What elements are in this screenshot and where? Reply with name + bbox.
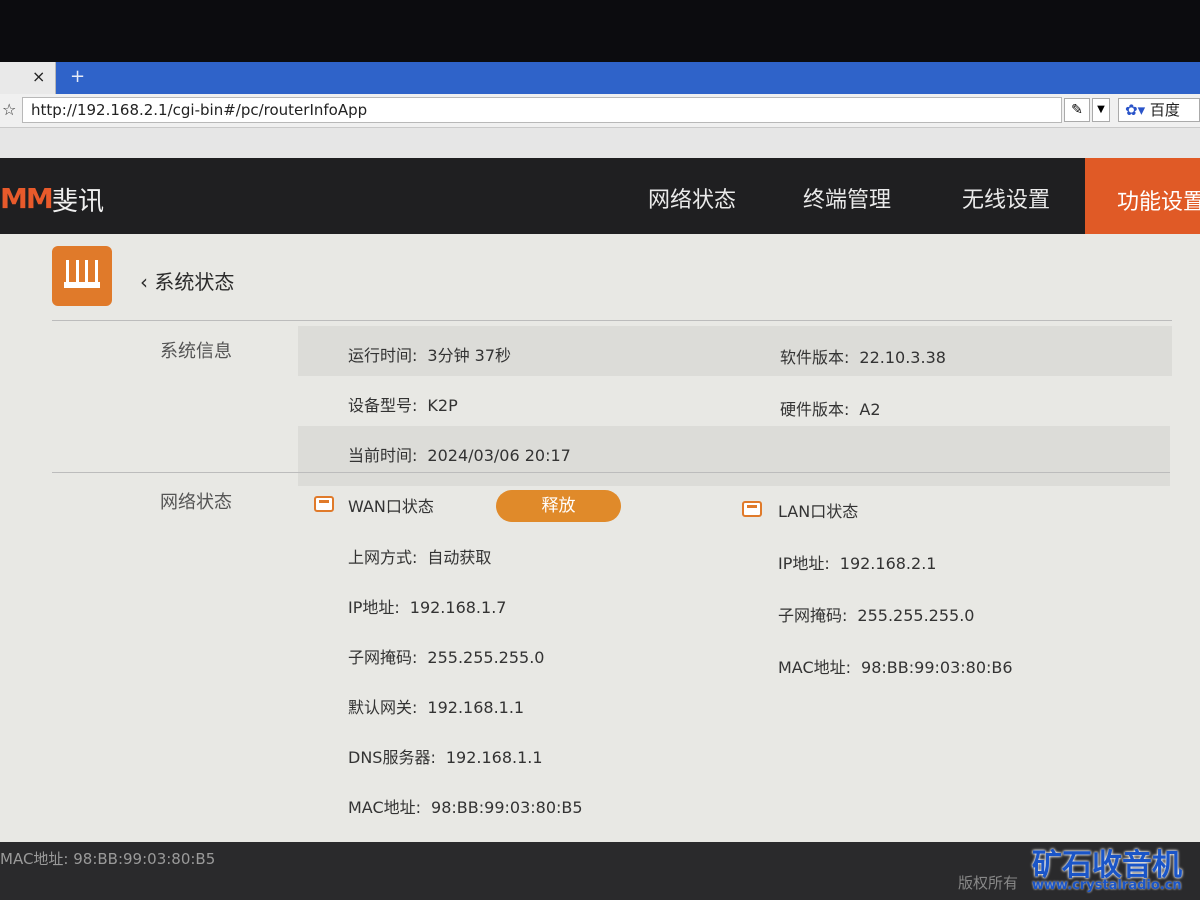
sw-version-value: 22.10.3.38 (859, 348, 946, 367)
section-system-info: 系统信息 (160, 341, 232, 362)
footer: MAC地址: 98:BB:99:03:80:B5 版权所有 (0, 842, 1200, 900)
dropdown-arrow-icon[interactable]: ▼ (1092, 98, 1110, 122)
search-engine-label: 百度 (1149, 101, 1180, 119)
wan-mac-value: 98:BB:99:03:80:B5 (431, 798, 583, 817)
chevron-left-icon: ‹ (140, 270, 155, 294)
watermark-url: www.crystalradio.cn (1032, 878, 1182, 893)
router-icon (52, 246, 112, 306)
star-icon[interactable]: ☆ (2, 100, 16, 119)
page-title: 系统状态 (154, 270, 235, 294)
nav-function-settings-label: 功能设置 (1117, 190, 1200, 215)
section-network-status: 网络状态 (160, 492, 232, 513)
divider (52, 320, 1172, 321)
sw-version-row: 软件版本: 22.10.3.38 (780, 344, 946, 368)
wan-mode-value: 自动获取 (427, 548, 492, 567)
lan-title: LAN口状态 (778, 502, 859, 521)
browser-toolbar-strip (0, 128, 1200, 158)
lan-ip-row: IP地址: 192.168.2.1 (778, 550, 936, 574)
wan-ip-value: 192.168.1.7 (409, 598, 507, 617)
wan-dns-label: DNS服务器: (348, 748, 436, 767)
nav-wireless-settings[interactable]: 无线设置 (962, 182, 1050, 214)
wan-gateway-value: 192.168.1.1 (427, 698, 525, 717)
lan-mask-label: 子网掩码: (778, 606, 848, 625)
nav-device-management[interactable]: 终端管理 (803, 182, 891, 214)
wan-dns-row: DNS服务器: 192.168.1.1 (348, 744, 543, 768)
release-button[interactable]: 释放 (496, 490, 621, 522)
wan-mode-label: 上网方式: (348, 548, 418, 567)
nav-network-status[interactable]: 网络状态 (648, 182, 736, 214)
current-time-value: 2024/03/06 20:17 (427, 446, 571, 465)
url-input[interactable]: http://192.168.2.1/cgi-bin#/pc/routerInf… (22, 97, 1062, 123)
model-value: K2P (427, 396, 458, 415)
divider (52, 472, 1170, 473)
wan-ip-row: IP地址: 192.168.1.7 (348, 594, 506, 618)
address-bar: ☆ http://192.168.2.1/cgi-bin#/pc/routerI… (0, 94, 1200, 128)
wan-mac-label: MAC地址: (348, 798, 422, 817)
lan-mac-value: 98:BB:99:03:80:B6 (861, 658, 1013, 677)
lan-ip-label: IP地址: (778, 554, 830, 573)
wan-mask-label: 子网掩码: (348, 648, 418, 667)
lan-ip-value: 192.168.2.1 (839, 554, 937, 573)
router-header: MM 斐讯 网络状态 终端管理 无线设置 功能设置 (0, 158, 1200, 234)
tab-bar: × + (0, 62, 1200, 94)
wan-title: WAN口状态 (348, 497, 434, 516)
wan-port-icon (314, 496, 334, 512)
hw-version-label: 硬件版本: (780, 400, 850, 419)
lan-mac-label: MAC地址: (778, 658, 852, 677)
close-icon[interactable]: × (32, 67, 45, 86)
current-time-label: 当前时间: (348, 446, 418, 465)
hw-version-value: A2 (859, 400, 881, 419)
nav-function-settings[interactable]: 功能设置 (1085, 158, 1200, 234)
baidu-paw-icon: ✿▾ (1125, 101, 1146, 119)
lan-port-icon (742, 501, 762, 517)
logo-mark: MM (0, 182, 54, 215)
new-tab-icon[interactable]: + (70, 66, 85, 87)
wan-mac-row: MAC地址: 98:BB:99:03:80:B5 (348, 794, 583, 818)
wan-gateway-row: 默认网关: 192.168.1.1 (348, 694, 524, 718)
uptime-label: 运行时间: (348, 346, 418, 365)
uptime-row: 运行时间: 3分钟 37秒 (348, 342, 511, 366)
main-content: ‹ 系统状态 系统信息 运行时间: 3分钟 37秒 软件版本: 22.10.3.38… (0, 234, 1200, 842)
lan-mask-row: 子网掩码: 255.255.255.0 (778, 602, 974, 626)
footer-mac-text: MAC地址: 98:BB:99:03:80:B5 (0, 850, 216, 868)
lan-mask-value: 255.255.255.0 (857, 606, 975, 625)
wan-ip-label: IP地址: (348, 598, 400, 617)
compat-view-icon[interactable]: ✎ (1064, 98, 1090, 122)
screen-bezel (0, 0, 1200, 62)
wan-mode-row: 上网方式: 自动获取 (348, 544, 491, 568)
wan-mask-row: 子网掩码: 255.255.255.0 (348, 644, 544, 668)
logo-text: 斐讯 (52, 187, 105, 217)
search-engine-box[interactable]: ✿▾ 百度 (1118, 98, 1200, 122)
hw-version-row: 硬件版本: A2 (780, 396, 881, 420)
uptime-value: 3分钟 37秒 (427, 346, 512, 365)
back-title[interactable]: ‹ 系统状态 (140, 266, 234, 295)
sw-version-label: 软件版本: (780, 348, 850, 367)
lan-mac-row: MAC地址: 98:BB:99:03:80:B6 (778, 654, 1013, 678)
footer-copyright: 版权所有 (958, 874, 1019, 892)
wan-mask-value: 255.255.255.0 (427, 648, 545, 667)
wan-dns-value: 192.168.1.1 (445, 748, 543, 767)
browser-tab[interactable]: × (0, 62, 56, 94)
model-row: 设备型号: K2P (348, 392, 458, 416)
model-label: 设备型号: (348, 396, 418, 415)
current-time-row: 当前时间: 2024/03/06 20:17 (348, 442, 571, 466)
wan-gateway-label: 默认网关: (348, 698, 418, 717)
